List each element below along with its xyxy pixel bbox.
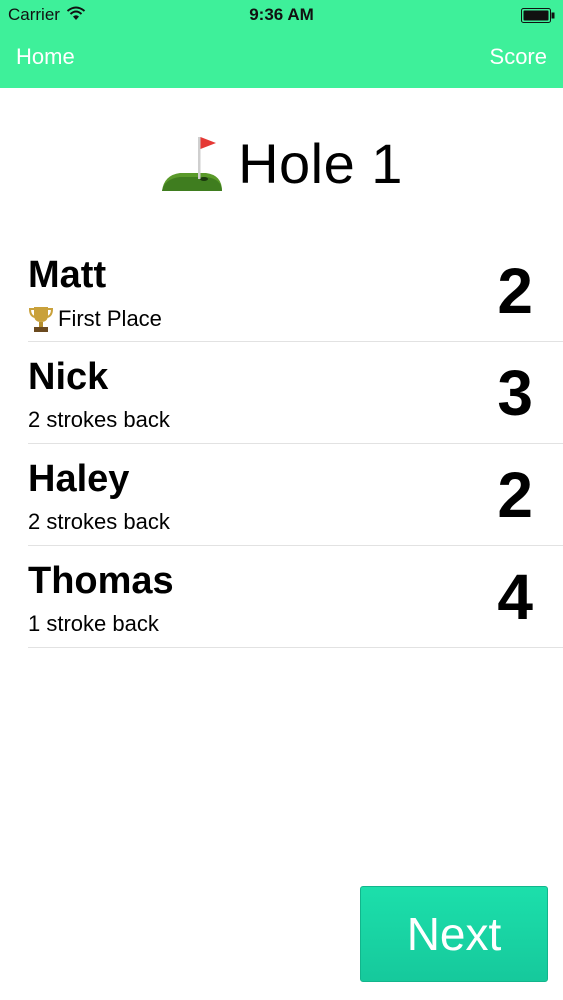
- golf-flag-icon: [162, 137, 223, 191]
- player-name: Haley: [28, 458, 130, 500]
- player-status-text: 1 stroke back: [28, 611, 159, 636]
- list-item[interactable]: Thomas 1 stroke back 4: [28, 546, 563, 648]
- player-score: 4: [497, 561, 533, 633]
- battery-icon: [521, 8, 555, 23]
- player-status-text: First Place: [58, 306, 162, 331]
- page-title: Hole 1: [238, 131, 403, 195]
- player-name: Nick: [28, 356, 109, 398]
- player-status: First Place: [28, 305, 162, 333]
- player-score: 2: [497, 255, 533, 327]
- player-name: Thomas: [28, 560, 174, 602]
- status-bar: Carrier 9:36 AM: [0, 0, 563, 30]
- status-time: 9:36 AM: [249, 5, 314, 24]
- player-status: 2 strokes back: [28, 407, 170, 433]
- list-item[interactable]: Nick 2 strokes back 3: [28, 342, 563, 444]
- list-item[interactable]: Haley 2 strokes back 2: [28, 444, 563, 546]
- player-name: Matt: [28, 254, 107, 296]
- player-score: 3: [497, 357, 533, 429]
- home-button[interactable]: Home: [16, 44, 75, 70]
- leaderboard-list: Matt First Place 2 Nick 2 strokes back 3…: [28, 240, 563, 648]
- player-status: 1 stroke back: [28, 611, 159, 637]
- list-item[interactable]: Matt First Place 2: [28, 240, 563, 342]
- player-status: 2 strokes back: [28, 509, 170, 535]
- hole-header: Hole 1: [0, 128, 563, 198]
- trophy-icon: [28, 307, 54, 332]
- player-status-text: 2 strokes back: [28, 407, 170, 432]
- player-status-text: 2 strokes back: [28, 509, 170, 534]
- player-score: 2: [497, 459, 533, 531]
- navigation-bar: Carrier 9:36 AM Home Score: [0, 0, 563, 88]
- next-button[interactable]: Next: [360, 886, 548, 982]
- score-button[interactable]: Score: [490, 44, 547, 70]
